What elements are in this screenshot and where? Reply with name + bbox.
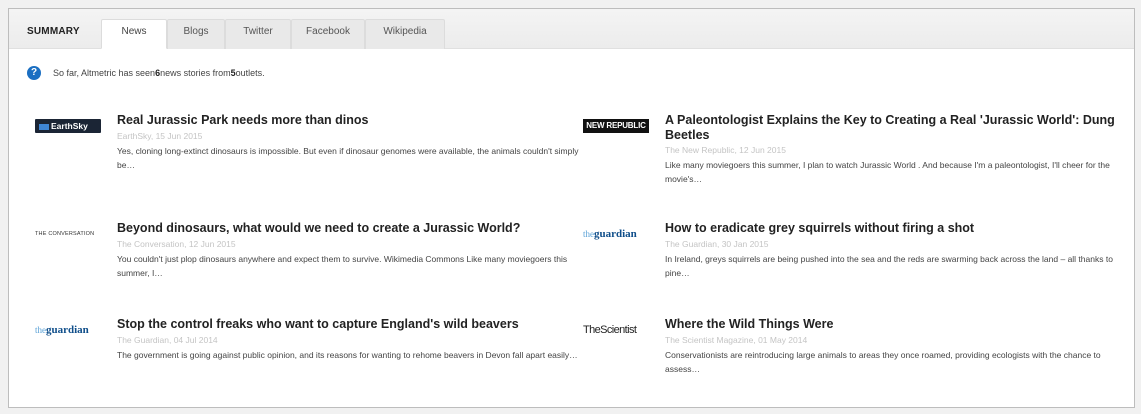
the-scientist-logo: TheScientist [583,324,637,336]
story-title[interactable]: How to eradicate grey squirrels without … [665,221,1135,236]
earthsky-logo: EarthSky [35,119,101,133]
story-meta: EarthSky, 15 Jun 2015 [117,131,203,141]
new-republic-logo: NEW REPUBLIC [583,119,649,133]
story-meta: The Conversation, 12 Jun 2015 [117,239,236,249]
help-icon[interactable]: ? [27,66,41,80]
summary-info: ? So far, Altmetric has seen 6 news stor… [27,64,265,82]
info-middle: news stories from [160,68,231,78]
story-meta: The Guardian, 30 Jan 2015 [665,239,769,249]
story-meta: The Guardian, 04 Jul 2014 [117,335,218,345]
story-snippet: Conservationists are reintroducing large… [665,350,1101,374]
the-conversation-logo: THE CONVERSATION [35,231,95,237]
story-snippet: Like many moviegoers this summer, I plan… [665,160,1110,184]
info-prefix: So far, Altmetric has seen [53,68,156,78]
tab-twitter[interactable]: Twitter [225,19,291,49]
story-title[interactable]: A Paleontologist Explains the Key to Cre… [665,113,1125,143]
tab-summary[interactable]: SUMMARY [21,20,95,50]
story-meta: The New Republic, 12 Jun 2015 [665,145,786,155]
story-title[interactable]: Beyond dinosaurs, what would we need to … [117,221,587,236]
story-meta: The Scientist Magazine, 01 May 2014 [665,335,808,345]
tab-facebook[interactable]: Facebook [291,19,365,49]
guardian-logo: theguardian [583,228,637,240]
story-snippet: In Ireland, greys squirrels are being pu… [665,254,1113,278]
tab-bar: SUMMARY News Blogs Twitter Facebook Wiki… [9,9,1134,49]
story-snippet: You couldn't just plop dinosaurs anywher… [117,254,568,278]
story-snippet: Yes, cloning long-extinct dinosaurs is i… [117,146,579,170]
info-suffix: outlets. [235,68,265,78]
tab-wikipedia[interactable]: Wikipedia [365,19,445,49]
tab-news[interactable]: News [101,19,167,49]
story-title[interactable]: Where the Wild Things Were [665,317,1135,332]
story-title[interactable]: Stop the control freaks who want to capt… [117,317,587,332]
story-snippet: The government is going against public o… [117,350,578,360]
altmetric-panel: SUMMARY News Blogs Twitter Facebook Wiki… [8,8,1135,408]
tab-blogs[interactable]: Blogs [167,19,225,49]
guardian-logo: theguardian [35,324,89,336]
story-title[interactable]: Real Jurassic Park needs more than dinos [117,113,587,128]
